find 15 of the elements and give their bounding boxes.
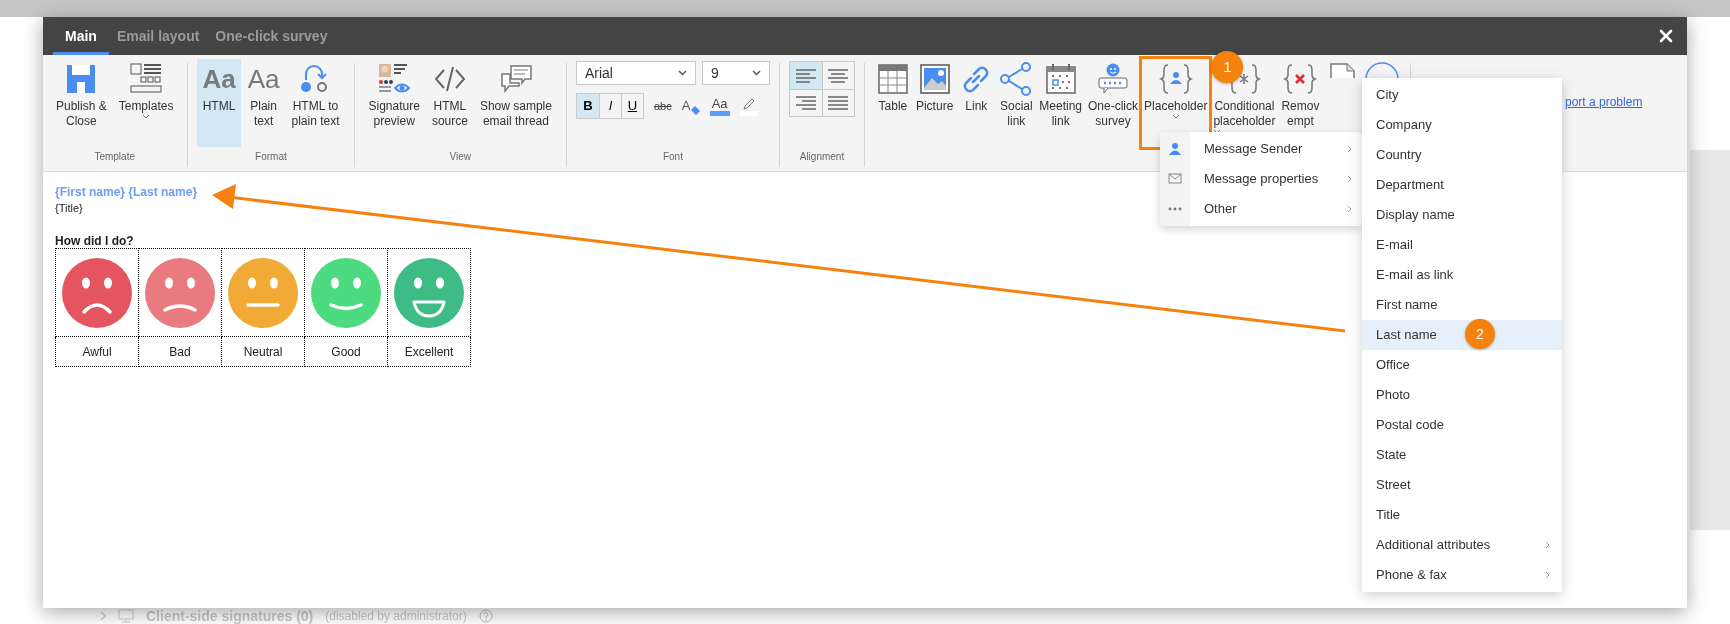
rating-label: Excellent <box>387 336 471 367</box>
group-label: Template <box>93 150 136 164</box>
rating-label: Good <box>304 336 388 367</box>
callout-badge: 1 <box>1211 51 1244 83</box>
group-label: Font <box>661 150 684 164</box>
rating-label: Bad <box>138 336 222 367</box>
group-label: Alignment <box>798 150 846 164</box>
callout-badge: 2 <box>1465 319 1495 349</box>
survey-heading: How did I do? <box>55 234 134 248</box>
name-placeholder: {First name} {Last name} <box>55 184 198 200</box>
rating-label: Neutral <box>221 336 305 367</box>
group-label: Format <box>254 150 288 164</box>
group-label: View <box>448 150 472 164</box>
rating-label: Awful <box>55 336 139 367</box>
title-placeholder: {Title} <box>55 201 83 216</box>
